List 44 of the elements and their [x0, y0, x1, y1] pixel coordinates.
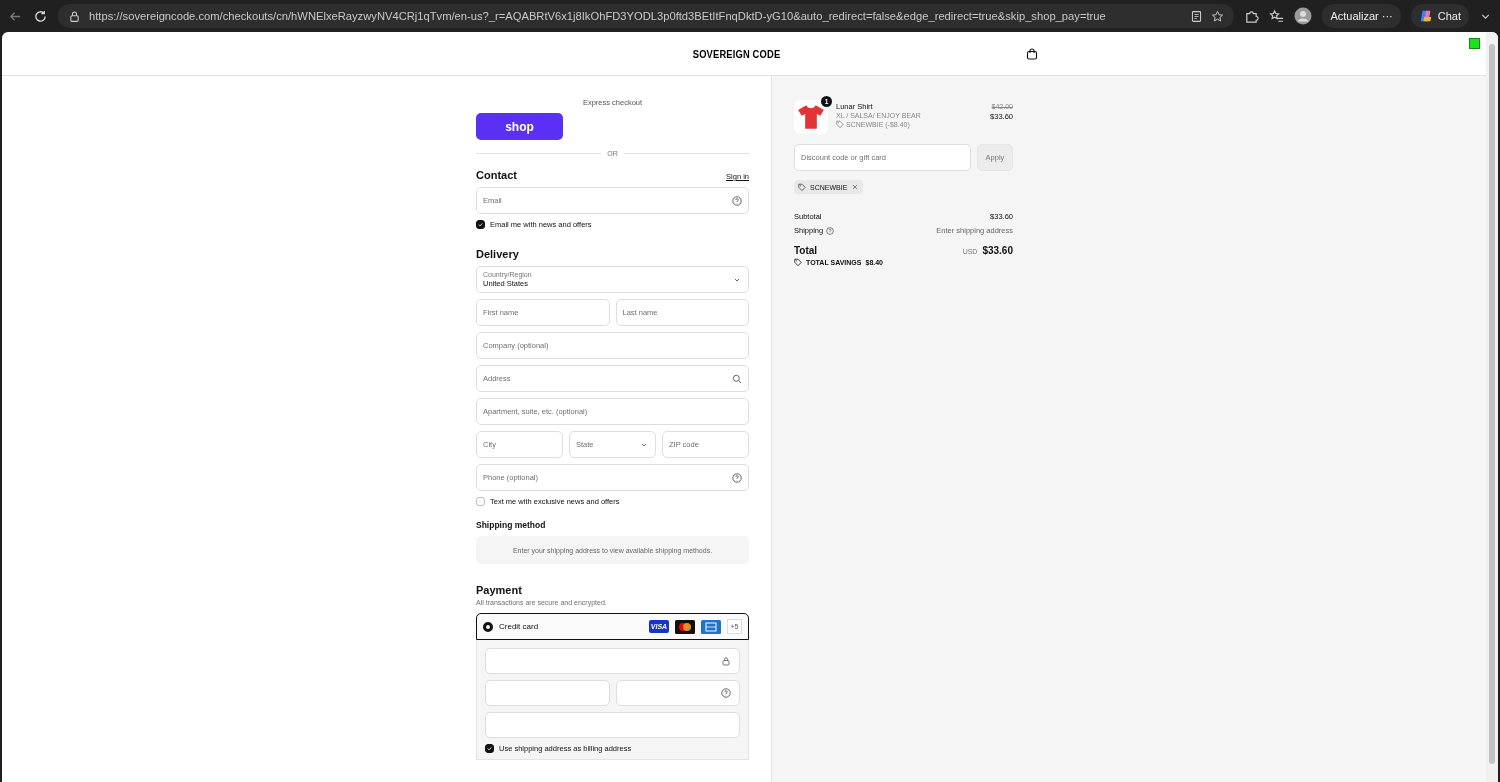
star-icon[interactable] [1211, 9, 1225, 23]
address-bar[interactable]: https://sovereigncode.com/checkouts/cn/hWNElxeRayzwyNV4CRj1qTvm/en-us?_r=AQABRtV6x1j8IkOhFD3YODL3p0ftd3BEtItFnqDktD-yG10&auto_redirect=false&edge_redirect=true&skip_shop_pay=true [58, 4, 1235, 28]
close-icon[interactable] [851, 183, 860, 191]
reload-icon[interactable] [33, 8, 48, 24]
lock-icon [721, 656, 731, 666]
checkbox[interactable] [476, 220, 485, 229]
bag-icon[interactable] [1026, 47, 1038, 60]
checkmark-icon [477, 221, 484, 228]
shop-pay-button[interactable]: shop [476, 113, 563, 140]
section-title: Contact [476, 169, 517, 181]
checkmark-icon [486, 745, 493, 752]
puzzle-icon[interactable] [1244, 8, 1260, 24]
scrollbar[interactable] [1486, 32, 1498, 782]
help-icon[interactable] [721, 688, 731, 698]
tag-icon [836, 120, 844, 128]
lock-icon[interactable] [68, 9, 81, 23]
copilot-icon [1418, 9, 1433, 23]
total-label: Total [794, 245, 818, 256]
mastercard-icon [675, 619, 695, 634]
tag-icon [794, 258, 802, 266]
card-field[interactable] [485, 648, 740, 674]
card-field[interactable] [485, 712, 740, 738]
favorites-icon[interactable] [1269, 8, 1285, 24]
avatar-icon[interactable] [1294, 7, 1313, 25]
checkbox[interactable] [476, 497, 485, 506]
radio-button[interactable] [483, 621, 493, 632]
section-title: Delivery [476, 248, 520, 260]
help-icon[interactable] [826, 226, 835, 235]
section-title: Payment [476, 584, 523, 596]
section-title: Shipping method [476, 520, 547, 530]
card-field[interactable] [485, 680, 610, 706]
reader-icon[interactable] [1190, 9, 1204, 23]
help-icon[interactable] [732, 195, 742, 206]
store-logo[interactable]: SOVEREIGN CODE [692, 47, 781, 60]
checkbox[interactable] [485, 744, 494, 753]
chat-button[interactable]: Chat [1410, 4, 1469, 28]
help-icon[interactable] [732, 472, 742, 483]
search-icon[interactable] [732, 373, 742, 384]
update-button[interactable]: Actualizar ··· [1322, 4, 1401, 28]
card-field[interactable] [615, 680, 740, 706]
total-value: $33.60 [982, 245, 1013, 256]
url-text: https://sovereigncode.com/checkouts/cn/hWNElxeRayzwyNV4CRj1qTvm/en-us?_r=AQABRtV6x1j8IkOhFD3YODL3p0ftd3BEtItFnqDktD-yG10&auto_redirect=false&edge_redirect=true&skip_shop_pay=true [89, 10, 1107, 22]
tag-icon [798, 183, 806, 191]
status-indicator [1469, 38, 1480, 49]
